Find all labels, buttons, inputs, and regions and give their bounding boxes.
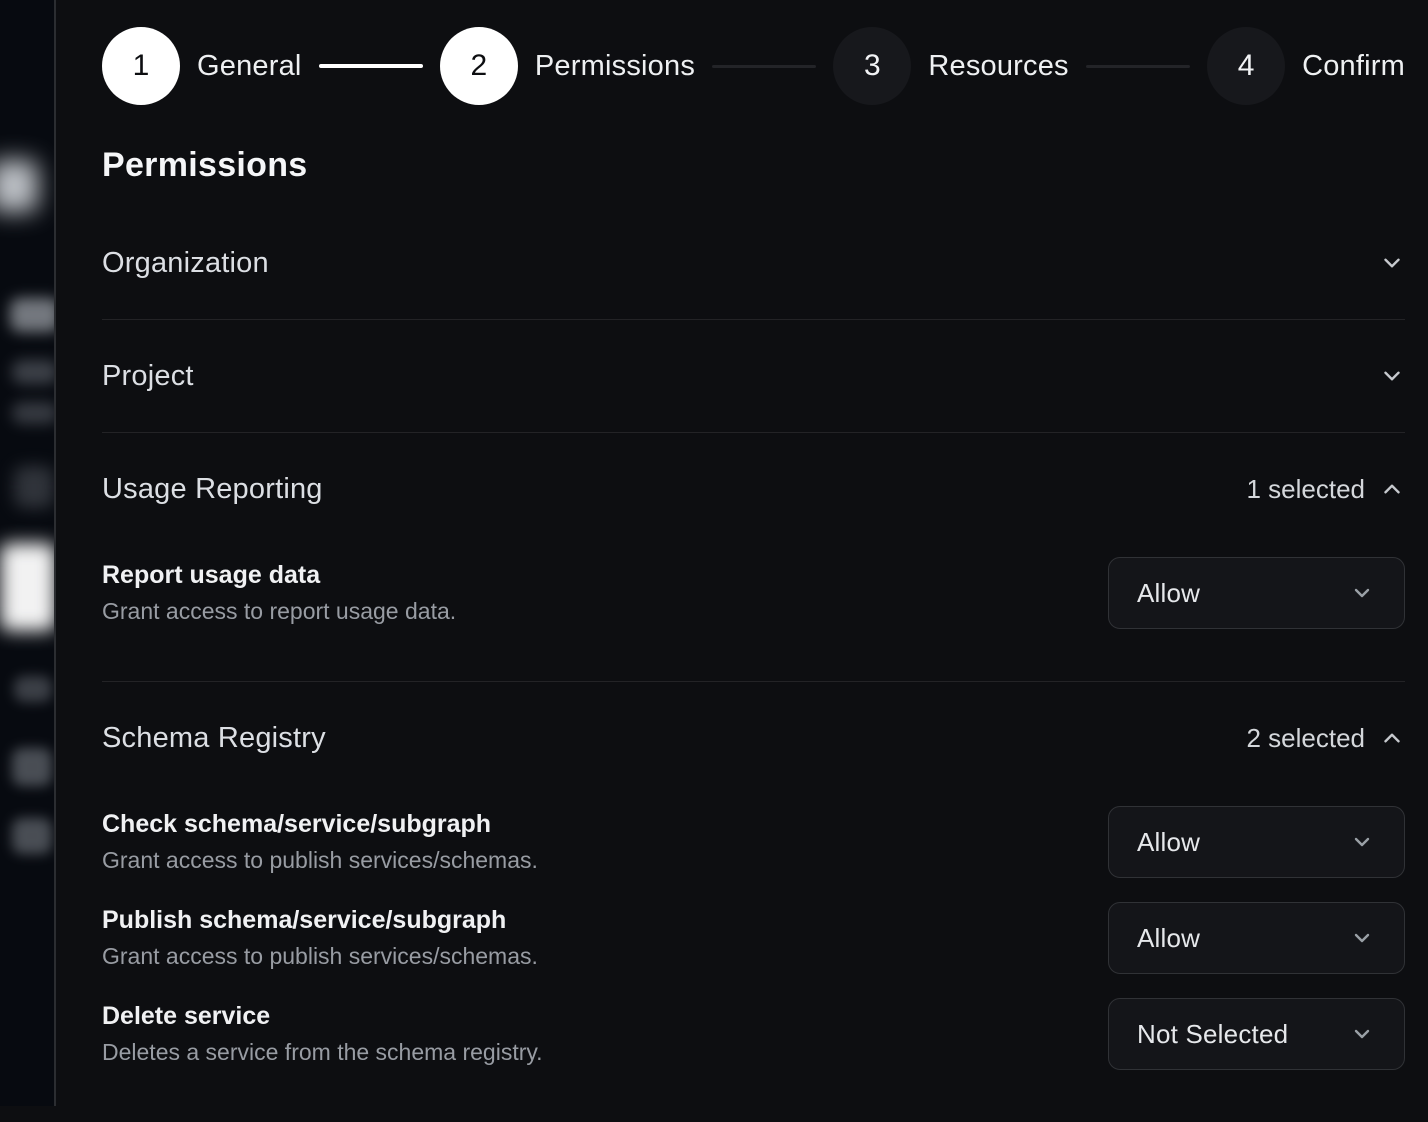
select-value: Not Selected bbox=[1137, 1019, 1288, 1050]
permission-title: Report usage data bbox=[102, 560, 456, 590]
step-number-badge: 3 bbox=[833, 27, 911, 105]
chevron-down-icon bbox=[1350, 926, 1374, 950]
step-label: Confirm bbox=[1302, 50, 1405, 83]
step-label: Permissions bbox=[535, 50, 695, 83]
permission-row: Delete service Deletes a service from th… bbox=[102, 998, 1405, 1070]
permission-row: Report usage data Grant access to report… bbox=[102, 557, 1405, 629]
blurred-white-button bbox=[0, 543, 55, 631]
page-title: Permissions bbox=[102, 146, 1405, 185]
section-title: Project bbox=[102, 360, 194, 393]
chevron-up-icon bbox=[1379, 725, 1405, 751]
section-project: Project bbox=[102, 320, 1405, 433]
step-number-badge: 1 bbox=[102, 27, 180, 105]
permission-title: Publish schema/service/subgraph bbox=[102, 905, 538, 935]
permission-description: Grant access to report usage data. bbox=[102, 596, 456, 626]
permission-sections: Organization Project Usage Reporting 1 s… bbox=[102, 207, 1405, 1122]
selected-count-badge: 1 selected bbox=[1246, 474, 1365, 505]
permission-description: Deletes a service from the schema regist… bbox=[102, 1037, 543, 1067]
section-organization: Organization bbox=[102, 207, 1405, 320]
permission-select-check-schema[interactable]: Allow bbox=[1108, 806, 1405, 878]
section-usage-reporting: Usage Reporting 1 selected Report usage … bbox=[102, 433, 1405, 682]
permission-title: Delete service bbox=[102, 1001, 543, 1031]
permission-row: Check schema/service/subgraph Grant acce… bbox=[102, 806, 1405, 878]
step-connector-upcoming bbox=[712, 65, 816, 68]
section-schema-registry: Schema Registry 2 selected Check schema/… bbox=[102, 682, 1405, 1122]
permission-description: Grant access to publish services/schemas… bbox=[102, 941, 538, 971]
permission-select-report-usage-data[interactable]: Allow bbox=[1108, 557, 1405, 629]
section-title: Usage Reporting bbox=[102, 473, 323, 506]
chevron-up-icon bbox=[1379, 476, 1405, 502]
select-value: Allow bbox=[1137, 578, 1200, 609]
step-number-badge: 4 bbox=[1207, 27, 1285, 105]
chevron-down-icon bbox=[1350, 830, 1374, 854]
step-label: Resources bbox=[928, 50, 1068, 83]
section-title: Organization bbox=[102, 247, 269, 280]
chevron-down-icon bbox=[1350, 581, 1374, 605]
permission-select-delete-service[interactable]: Not Selected bbox=[1108, 998, 1405, 1070]
blurred-menu-item bbox=[14, 676, 52, 702]
step-connector-complete bbox=[319, 64, 423, 68]
background-page-blur bbox=[0, 0, 55, 1106]
chevron-down-icon bbox=[1350, 1022, 1374, 1046]
blurred-menu-item bbox=[12, 748, 52, 786]
chevron-down-icon bbox=[1379, 250, 1405, 276]
section-project-header[interactable]: Project bbox=[102, 358, 1405, 394]
blurred-card bbox=[14, 466, 54, 508]
step-label: General bbox=[197, 50, 302, 83]
permission-title: Check schema/service/subgraph bbox=[102, 809, 538, 839]
step-resources[interactable]: 3 Resources bbox=[833, 27, 1068, 105]
blurred-heading bbox=[10, 298, 55, 332]
blurred-logo bbox=[0, 160, 38, 212]
chevron-down-icon bbox=[1379, 363, 1405, 389]
section-schema-registry-header[interactable]: Schema Registry 2 selected bbox=[102, 720, 1405, 756]
selected-count-badge: 2 selected bbox=[1246, 723, 1365, 754]
blurred-menu-item bbox=[12, 818, 52, 854]
blurred-text-line bbox=[12, 360, 55, 384]
step-permissions[interactable]: 2 Permissions bbox=[440, 27, 695, 105]
permission-row: Publish schema/service/subgraph Grant ac… bbox=[102, 902, 1405, 974]
wizard-stepper: 1 General 2 Permissions 3 Resources 4 Co… bbox=[102, 27, 1405, 105]
step-general[interactable]: 1 General bbox=[102, 27, 302, 105]
permission-select-publish-schema[interactable]: Allow bbox=[1108, 902, 1405, 974]
select-value: Allow bbox=[1137, 923, 1200, 954]
blurred-text-line bbox=[12, 402, 55, 424]
create-token-wizard-panel: 1 General 2 Permissions 3 Resources 4 Co… bbox=[56, 0, 1428, 1106]
section-title: Schema Registry bbox=[102, 722, 326, 755]
step-connector-upcoming bbox=[1086, 65, 1190, 68]
step-confirm[interactable]: 4 Confirm bbox=[1207, 27, 1405, 105]
permission-description: Grant access to publish services/schemas… bbox=[102, 845, 538, 875]
section-usage-reporting-header[interactable]: Usage Reporting 1 selected bbox=[102, 471, 1405, 507]
section-organization-header[interactable]: Organization bbox=[102, 245, 1405, 281]
step-number-badge: 2 bbox=[440, 27, 518, 105]
select-value: Allow bbox=[1137, 827, 1200, 858]
